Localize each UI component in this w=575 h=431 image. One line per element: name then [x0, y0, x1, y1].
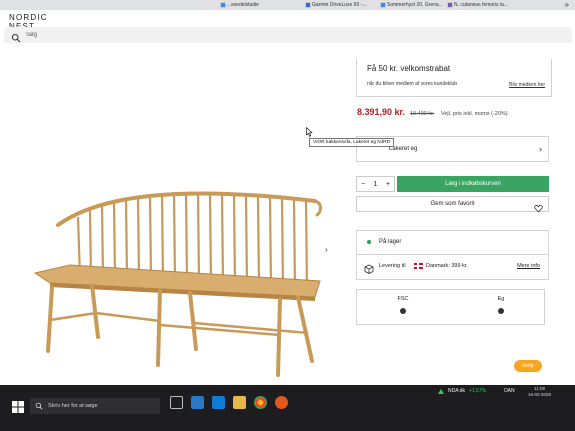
tab-favicon-icon	[447, 2, 453, 8]
cert-oak[interactable]: Eg	[481, 296, 521, 314]
search-icon	[11, 30, 21, 43]
original-price: 10.490 kr.	[410, 111, 435, 117]
delivery-prefix: Levering til	[379, 263, 406, 269]
tab-label: Garmin DriveLuxe 50 -...	[312, 2, 367, 8]
product-price: 8.391,90 kr.	[357, 107, 406, 117]
cert-fsc[interactable]: FSC	[383, 296, 423, 314]
stock-change: +1,57%	[468, 388, 487, 394]
welcome-discount-card: Få 50 kr. velkomstrabat når du bliver me…	[356, 59, 552, 97]
clock-date: 16-02-2026	[528, 392, 552, 397]
browser-tab-3[interactable]: Sommerhyst 20, Grena...	[378, 0, 444, 10]
denmark-flag-icon	[414, 263, 423, 269]
join-club-link[interactable]: Bliv medlem her	[509, 82, 545, 88]
in-stock-dot-icon	[367, 240, 371, 244]
system-tray: NDA dk +1,57% DAN	[438, 388, 515, 394]
quantity-decrease-button[interactable]: −	[361, 181, 365, 188]
taskbar-search-box[interactable]: Skriv her for at søge	[30, 398, 160, 414]
language-indicator[interactable]: DAN	[504, 388, 515, 394]
tab-favicon-icon	[305, 2, 311, 8]
browser-tab-strip: ...ssedelstudie Garmin DriveLuxe 50 -...…	[0, 0, 575, 10]
taskbar-apps	[170, 396, 288, 409]
bench-product-image	[33, 191, 322, 377]
product-page: › Få 50 kr. velkomstrabat når du bliver …	[0, 47, 575, 385]
stock-up-arrow-icon	[438, 388, 444, 394]
price-note: Vejl. pris inkl. moms (-20%)	[441, 111, 508, 117]
oak-icon	[498, 308, 504, 314]
taskbar-search-placeholder: Skriv her for at søge	[48, 403, 98, 409]
quantity-value: 1	[373, 180, 378, 188]
browser-tab-4[interactable]: N. cutaneus femoris la...	[445, 0, 530, 10]
search-bar[interactable]	[4, 27, 572, 43]
package-icon	[364, 261, 374, 274]
windows-taskbar: Skriv her for at søge NDA dk +1,57% DAN …	[0, 385, 575, 431]
chevron-right-icon: ›	[539, 144, 542, 154]
certifications-card: FSC Eg	[356, 289, 545, 325]
stock-row: På lager	[357, 231, 548, 255]
store-icon[interactable]	[212, 396, 225, 409]
browser-tab-2[interactable]: Garmin DriveLuxe 50 -...	[303, 0, 377, 10]
stock-delivery-card: På lager Levering til Danmark: 399 kr. M…	[356, 230, 549, 280]
favorite-label: Gem som favorit	[430, 201, 475, 207]
tab-favicon-icon	[380, 2, 386, 8]
edge-browser-icon[interactable]	[191, 396, 204, 409]
search-icon	[35, 402, 43, 410]
file-explorer-icon[interactable]	[233, 396, 246, 409]
cert-label: Eg	[497, 296, 505, 302]
cert-label: FSC	[397, 296, 409, 302]
stock-status: På lager	[379, 239, 402, 245]
quantity-stepper[interactable]: − 1 +	[356, 176, 395, 192]
browser-tab-1[interactable]: ...ssedelstudie	[218, 0, 302, 10]
chrome-icon[interactable]	[254, 396, 267, 409]
firefox-icon[interactable]	[275, 396, 288, 409]
quantity-increase-button[interactable]: +	[386, 181, 390, 188]
image-tooltip: VIOR køkkensofa, Lakeret eg NJRD	[309, 138, 395, 147]
delivery-price: Danmark: 399 kr.	[426, 263, 468, 269]
task-view-icon[interactable]	[170, 396, 183, 409]
heart-outline-icon	[534, 200, 543, 213]
search-input[interactable]	[26, 29, 426, 41]
welcome-subtitle: når du bliver medlem af vores kundeklub	[367, 81, 458, 87]
taskbar-clock[interactable]: 11:08 16-02-2026	[528, 386, 551, 398]
welcome-title: Få 50 kr. velkomstrabat	[367, 64, 451, 73]
tab-label: Sommerhyst 20, Grena...	[387, 2, 443, 8]
gallery-next-arrow-icon[interactable]: ›	[325, 245, 328, 254]
fsc-icon	[400, 308, 406, 314]
mouse-cursor-icon	[306, 127, 313, 137]
help-label: Help	[522, 363, 534, 369]
more-info-link[interactable]: Mere info	[517, 263, 540, 269]
windows-start-icon[interactable]	[12, 400, 24, 413]
site-header: NORDIC NEST	[0, 10, 575, 47]
tab-overflow-chevron-icon[interactable]: »	[565, 0, 569, 10]
save-favorite-button[interactable]: Gem som favorit	[356, 196, 549, 213]
tab-label: N. cutaneus femoris la...	[454, 2, 508, 8]
stock-ticker[interactable]: NDA dk	[448, 388, 465, 394]
help-button[interactable]: Help	[514, 360, 542, 372]
add-to-cart-button[interactable]: Læg i indkøbskurven	[397, 176, 549, 192]
tab-label: ...ssedelstudie	[227, 2, 259, 8]
tab-favicon-icon	[220, 2, 226, 8]
